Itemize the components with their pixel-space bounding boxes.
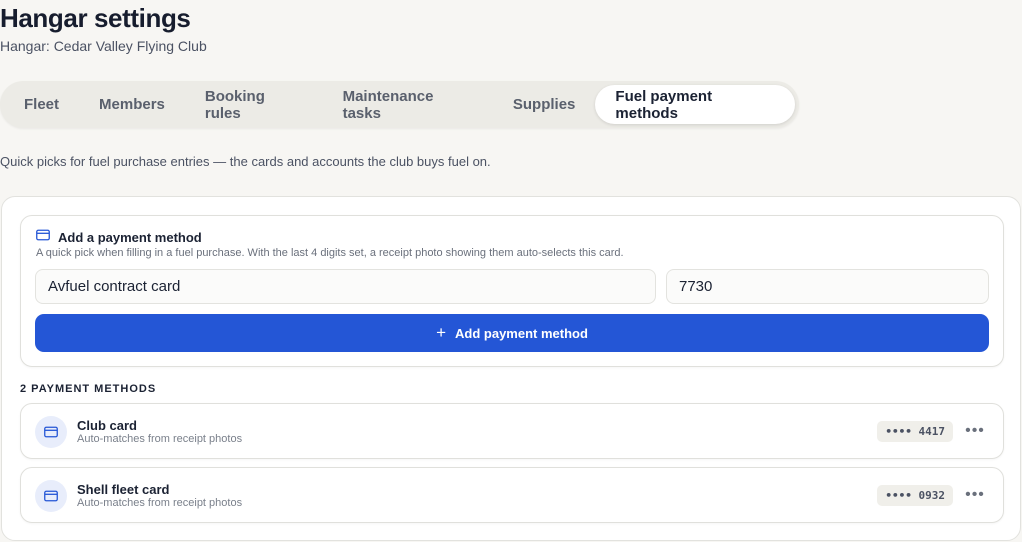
payment-method-row[interactable]: Shell fleet card Auto-matches from recei…	[20, 467, 1004, 523]
page-title: Hangar settings	[0, 3, 191, 33]
payment-method-subtitle: Auto-matches from receipt photos	[77, 433, 243, 445]
page-subtitle: Hangar: Cedar Valley Flying Club	[0, 38, 207, 54]
last-four-digits: 4417	[918, 425, 946, 438]
tab-fuel-payment-methods[interactable]: Fuel payment methods	[595, 85, 795, 124]
more-options-icon[interactable]: •••	[963, 483, 987, 507]
payment-method-name: Club card	[77, 418, 137, 433]
payment-method-name-input[interactable]	[35, 269, 656, 304]
payment-methods-count: 2 PAYMENT METHODS	[20, 383, 157, 395]
add-payment-method-card: Add a payment method A quick pick when f…	[20, 215, 1004, 367]
tab-members[interactable]: Members	[79, 85, 185, 124]
credit-card-icon	[35, 416, 67, 448]
tab-supplies[interactable]: Supplies	[493, 85, 596, 124]
add-payment-method-button-label: Add payment method	[455, 325, 588, 341]
plus-icon: +	[436, 322, 447, 342]
add-payment-method-header: Add a payment method	[36, 228, 202, 246]
last-four-digits: 0932	[918, 489, 946, 502]
settings-tabs: Fleet Members Booking rules Maintenance …	[0, 81, 799, 128]
hangar-settings-page: Hangar settings Hangar: Cedar Valley Fly…	[0, 0, 1022, 542]
credit-card-icon	[35, 480, 67, 512]
section-description: Quick picks for fuel purchase entries — …	[0, 154, 491, 169]
add-payment-method-hint: A quick pick when filling in a fuel purc…	[36, 247, 624, 259]
more-options-icon[interactable]: •••	[963, 419, 987, 443]
masked-dots: ••••	[885, 489, 912, 502]
payment-method-subtitle: Auto-matches from receipt photos	[77, 497, 243, 509]
masked-dots: ••••	[885, 425, 912, 438]
tab-maintenance-tasks[interactable]: Maintenance tasks	[323, 85, 493, 124]
add-payment-method-title: Add a payment method	[58, 229, 202, 245]
payment-method-name: Shell fleet card	[77, 482, 170, 497]
last-four-badge: •••• 4417	[877, 421, 953, 442]
add-payment-method-button[interactable]: + Add payment method	[35, 314, 989, 352]
payment-methods-panel: Add a payment method A quick pick when f…	[1, 196, 1021, 541]
last-four-digits-input[interactable]	[666, 269, 989, 304]
last-four-badge: •••• 0932	[877, 485, 953, 506]
tab-fleet[interactable]: Fleet	[4, 85, 79, 124]
payment-method-row[interactable]: Club card Auto-matches from receipt phot…	[20, 403, 1004, 459]
tab-booking-rules[interactable]: Booking rules	[185, 85, 323, 124]
credit-card-icon	[36, 228, 50, 246]
